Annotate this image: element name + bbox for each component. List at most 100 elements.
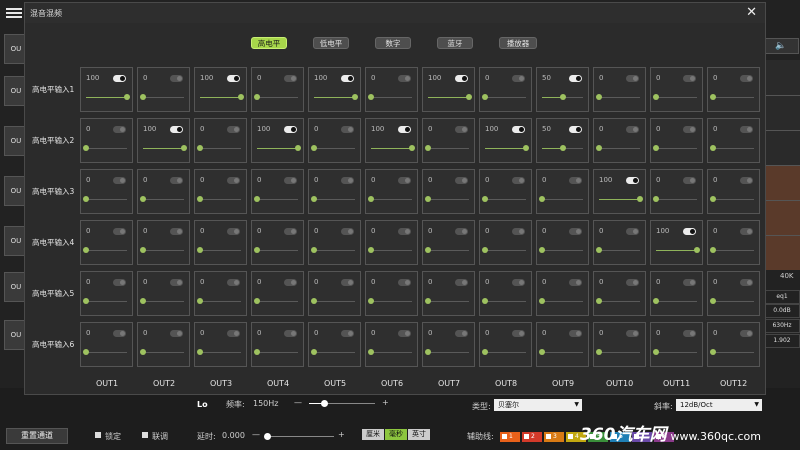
gain-slider-knob[interactable] <box>254 196 260 202</box>
gain-slider-track[interactable] <box>428 148 469 149</box>
gain-slider-knob[interactable] <box>539 247 545 253</box>
gain-slider-track[interactable] <box>314 301 355 302</box>
gain-value[interactable]: 0 <box>428 227 432 235</box>
gain-slider-track[interactable] <box>656 148 697 149</box>
gain-slider-track[interactable] <box>371 352 412 353</box>
enable-toggle[interactable] <box>284 126 297 133</box>
gain-value[interactable]: 0 <box>599 227 603 235</box>
gain-slider-track[interactable] <box>143 352 184 353</box>
enable-toggle[interactable] <box>626 126 639 133</box>
gain-slider-track[interactable] <box>656 97 697 98</box>
enable-toggle[interactable] <box>455 228 468 235</box>
gain-value[interactable]: 0 <box>314 278 318 286</box>
gain-slider-knob[interactable] <box>254 349 260 355</box>
gain-slider-knob[interactable] <box>238 94 244 100</box>
gain-slider-track[interactable] <box>86 352 127 353</box>
gain-slider-knob[interactable] <box>311 298 317 304</box>
enable-toggle[interactable] <box>284 228 297 235</box>
gain-value[interactable]: 0 <box>143 329 147 337</box>
gain-value[interactable]: 0 <box>485 74 489 82</box>
gain-slider-knob[interactable] <box>181 145 187 151</box>
gain-slider-track[interactable] <box>428 301 469 302</box>
gain-value[interactable]: 0 <box>713 227 717 235</box>
gain-slider-knob[interactable] <box>596 94 602 100</box>
gain-slider-track[interactable] <box>86 199 127 200</box>
gain-slider-track[interactable] <box>713 199 754 200</box>
enable-toggle[interactable] <box>227 279 240 286</box>
gain-slider-knob[interactable] <box>197 349 203 355</box>
gain-slider-knob[interactable] <box>295 145 301 151</box>
enable-toggle[interactable] <box>683 279 696 286</box>
gain-slider-knob[interactable] <box>482 196 488 202</box>
enable-toggle[interactable] <box>455 177 468 184</box>
gain-slider-track[interactable] <box>656 301 697 302</box>
aux-line-chip-2[interactable]: 2 <box>522 432 542 442</box>
gain-slider-knob[interactable] <box>560 145 566 151</box>
gain-slider-knob[interactable] <box>83 349 89 355</box>
gain-value[interactable]: 0 <box>713 329 717 337</box>
gain-slider-knob[interactable] <box>140 247 146 253</box>
gain-slider-knob[interactable] <box>254 247 260 253</box>
gain-value[interactable]: 0 <box>143 176 147 184</box>
gain-value[interactable]: 0 <box>371 227 375 235</box>
gain-value[interactable]: 0 <box>257 329 261 337</box>
enable-toggle[interactable] <box>512 126 525 133</box>
gain-value[interactable]: 0 <box>542 329 546 337</box>
gain-value[interactable]: 100 <box>200 74 213 82</box>
gain-slider-track[interactable] <box>257 301 298 302</box>
menu-icon[interactable] <box>6 6 22 20</box>
gain-value[interactable]: 0 <box>143 74 147 82</box>
delay-plus-button[interactable]: + <box>338 430 345 439</box>
gain-slider-track[interactable] <box>713 301 754 302</box>
delay-unit-1[interactable]: 毫秒 <box>385 429 407 440</box>
gain-slider-track[interactable] <box>143 301 184 302</box>
enable-toggle[interactable] <box>113 228 126 235</box>
enable-toggle[interactable] <box>170 279 183 286</box>
gain-slider-knob[interactable] <box>197 145 203 151</box>
enable-toggle[interactable] <box>683 228 696 235</box>
gain-slider-knob[interactable] <box>710 145 716 151</box>
enable-toggle[interactable] <box>626 279 639 286</box>
gain-slider-knob[interactable] <box>197 298 203 304</box>
enable-toggle[interactable] <box>227 228 240 235</box>
gain-slider-track[interactable] <box>485 352 526 353</box>
gain-slider-knob[interactable] <box>83 298 89 304</box>
gain-slider-track[interactable] <box>599 301 640 302</box>
gain-slider-knob[interactable] <box>425 349 431 355</box>
enable-toggle[interactable] <box>569 177 582 184</box>
enable-toggle[interactable] <box>740 330 753 337</box>
gain-slider-knob[interactable] <box>368 196 374 202</box>
enable-toggle[interactable] <box>227 330 240 337</box>
gain-value[interactable]: 100 <box>371 125 384 133</box>
gain-slider-track[interactable] <box>485 97 526 98</box>
enable-toggle[interactable] <box>740 126 753 133</box>
enable-toggle[interactable] <box>284 330 297 337</box>
enable-toggle[interactable] <box>170 126 183 133</box>
gain-slider-knob[interactable] <box>254 94 260 100</box>
gain-value[interactable]: 0 <box>200 278 204 286</box>
enable-toggle[interactable] <box>227 177 240 184</box>
gain-slider-track[interactable] <box>428 250 469 251</box>
delay-slider-track[interactable] <box>266 436 334 437</box>
gain-slider-knob[interactable] <box>596 298 602 304</box>
gain-value[interactable]: 0 <box>599 125 603 133</box>
gain-value[interactable]: 100 <box>314 74 327 82</box>
enable-toggle[interactable] <box>569 126 582 133</box>
tab-1[interactable]: 低电平 <box>313 37 349 49</box>
gain-slider-track[interactable] <box>314 148 355 149</box>
gain-value[interactable]: 0 <box>599 329 603 337</box>
enable-toggle[interactable] <box>569 228 582 235</box>
gain-value[interactable]: 0 <box>599 74 603 82</box>
gain-slider-knob[interactable] <box>368 247 374 253</box>
gain-slider-track[interactable] <box>542 352 583 353</box>
gain-slider-knob[interactable] <box>425 247 431 253</box>
gain-slider-knob[interactable] <box>710 349 716 355</box>
gain-slider-knob[interactable] <box>482 94 488 100</box>
gain-value[interactable]: 100 <box>143 125 156 133</box>
gain-slider-knob[interactable] <box>83 145 89 151</box>
gain-value[interactable]: 0 <box>713 176 717 184</box>
gain-value[interactable]: 100 <box>485 125 498 133</box>
enable-toggle[interactable] <box>455 75 468 82</box>
tab-0[interactable]: 高电平 <box>251 37 287 49</box>
gain-slider-knob[interactable] <box>352 94 358 100</box>
